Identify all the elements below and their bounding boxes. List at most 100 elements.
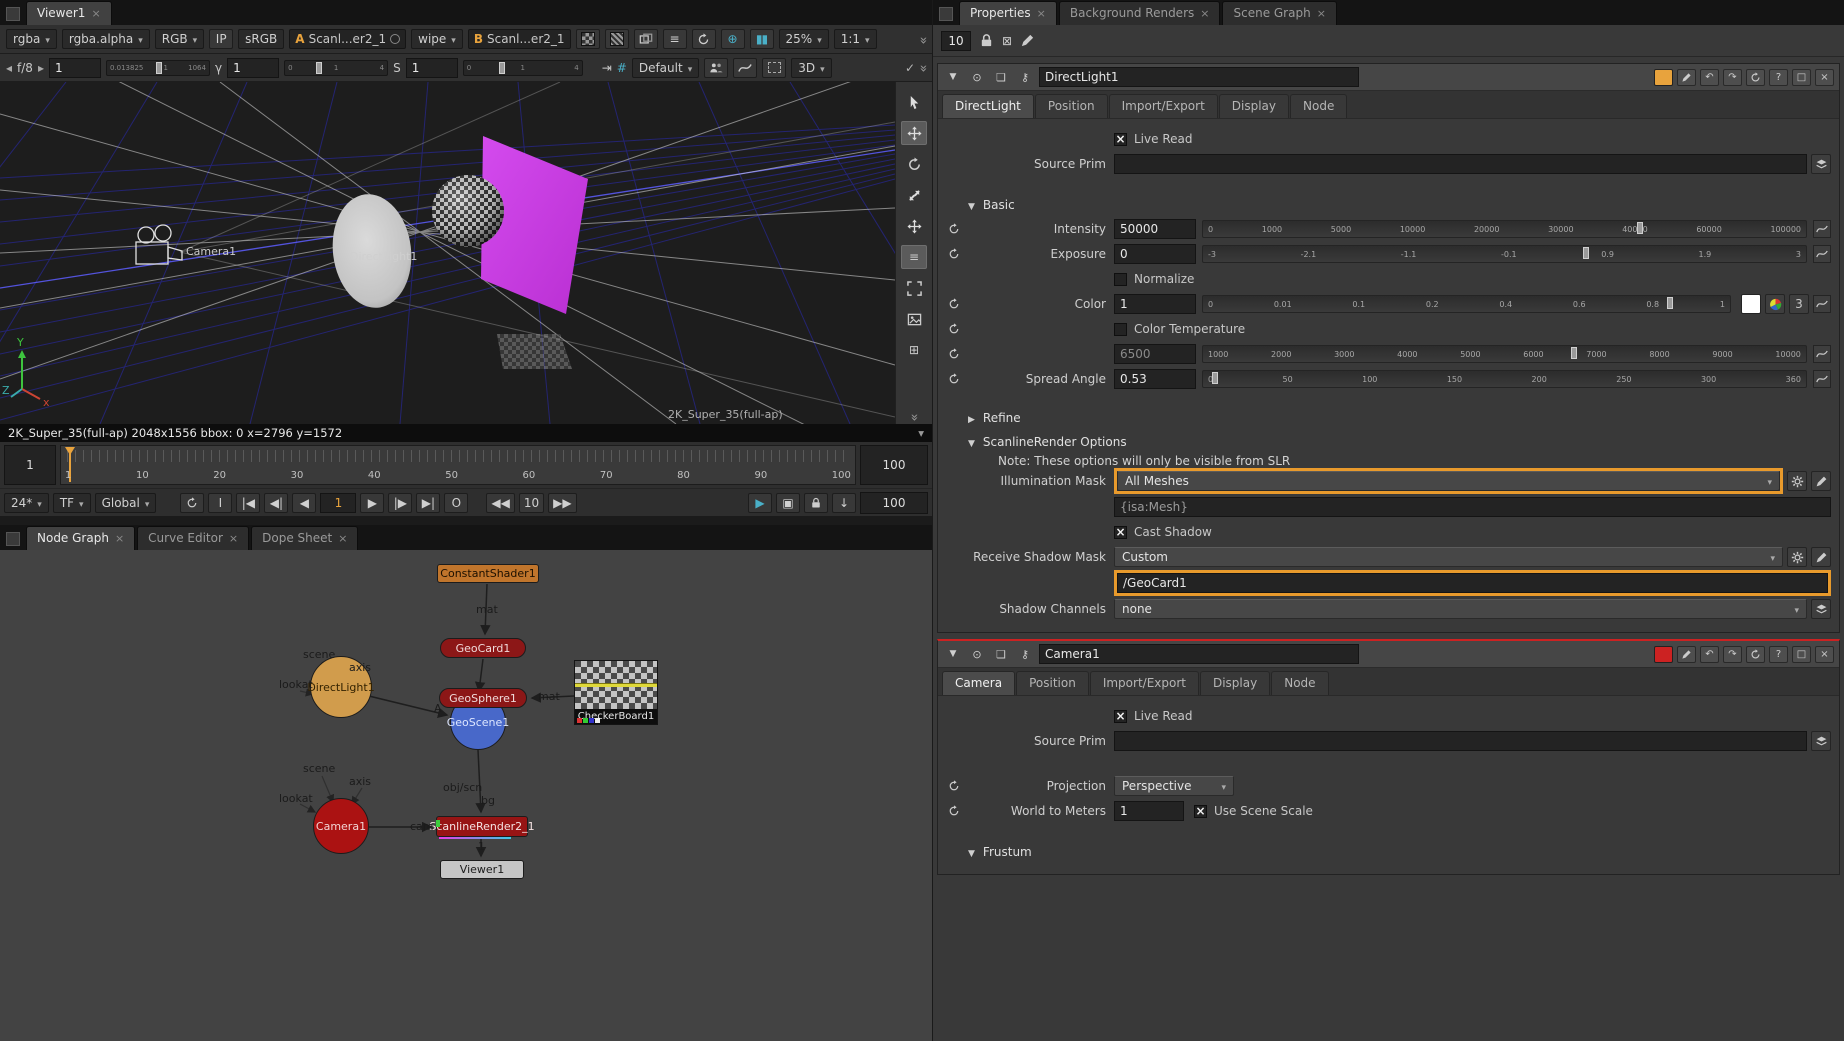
prev-view-icon[interactable]: ◂ bbox=[6, 61, 12, 75]
prev-keyframe-button[interactable]: ◀| bbox=[264, 493, 288, 513]
toolbar-overflow-icon[interactable]: » bbox=[916, 65, 931, 71]
tab-node[interactable]: Node bbox=[1290, 94, 1347, 118]
set-out-button[interactable]: O bbox=[444, 493, 468, 513]
close-tab-icon[interactable] bbox=[332, 531, 347, 545]
node-color-chip[interactable] bbox=[1654, 69, 1673, 86]
input-a-clear-icon[interactable] bbox=[390, 34, 400, 44]
channels-browse-button[interactable] bbox=[1811, 599, 1831, 619]
strip-overflow-icon[interactable]: » bbox=[907, 414, 922, 420]
pane-menu-icon[interactable] bbox=[6, 532, 20, 546]
close-panel-button[interactable]: × bbox=[1815, 69, 1834, 86]
slider-handle[interactable] bbox=[1212, 372, 1218, 384]
edit-expression-button[interactable] bbox=[1677, 69, 1696, 86]
knob-menu-icon[interactable] bbox=[948, 780, 960, 792]
split-channels-button[interactable]: 3 bbox=[1789, 294, 1809, 314]
alpha-channel-dropdown[interactable]: rgba.alpha bbox=[62, 29, 150, 49]
render-preview-button[interactable] bbox=[901, 307, 927, 331]
play-forward-button[interactable]: ▶ bbox=[360, 493, 384, 513]
tab-scene-graph[interactable]: Scene Graph bbox=[1222, 1, 1336, 25]
grid-overlay-icon[interactable]: # bbox=[617, 61, 627, 75]
use-scene-scale-checkbox[interactable] bbox=[1194, 805, 1207, 818]
display-mode-button[interactable]: ≡ bbox=[901, 245, 927, 269]
slider-handle[interactable] bbox=[1571, 347, 1577, 359]
fps-dropdown[interactable]: 24* bbox=[4, 493, 49, 513]
node-checkerboard1[interactable]: CheckerBoard1 bbox=[574, 660, 658, 725]
scenegraph-browse-button[interactable] bbox=[1811, 731, 1831, 751]
node-name-field[interactable] bbox=[1039, 67, 1359, 87]
world-to-meters-input[interactable] bbox=[1114, 801, 1184, 821]
mask-edit-button[interactable] bbox=[1811, 547, 1831, 567]
tab-viewer1[interactable]: Viewer1 bbox=[26, 1, 112, 25]
scale-tool-button[interactable] bbox=[901, 183, 927, 207]
saturation-input[interactable] bbox=[406, 58, 458, 78]
node-color-chip[interactable] bbox=[1654, 646, 1673, 663]
receive-shadow-mask-dropdown[interactable]: Custom bbox=[1114, 547, 1783, 567]
pixel-ratio-dropdown[interactable]: 1:1 bbox=[834, 29, 877, 49]
slider-handle[interactable] bbox=[499, 62, 505, 74]
render-flipbook-button[interactable]: ▶ bbox=[748, 493, 772, 513]
collapse-panel-icon[interactable] bbox=[943, 68, 963, 86]
exposure-slider[interactable]: -3-2.1-1.1-0.10.91.93 bbox=[1202, 245, 1807, 263]
knob-menu-icon[interactable] bbox=[948, 805, 960, 817]
redo-button[interactable]: ↷ bbox=[1723, 69, 1742, 86]
timeline-ruler[interactable]: 1102030405060708090100 bbox=[60, 445, 856, 485]
next-view-icon[interactable]: ▸ bbox=[38, 61, 44, 75]
input-a-field[interactable]: A Scanl...er2_1 bbox=[289, 29, 406, 49]
cast-shadow-checkbox[interactable] bbox=[1114, 526, 1127, 539]
animation-menu-button[interactable] bbox=[1813, 245, 1831, 263]
viewer-menu-button[interactable]: ≡ bbox=[663, 29, 687, 49]
gamma-check-icon[interactable]: ✓ bbox=[905, 61, 915, 75]
slider-handle[interactable] bbox=[1583, 247, 1589, 259]
edit-panels-icon[interactable] bbox=[1020, 33, 1035, 48]
revert-button[interactable] bbox=[1746, 646, 1765, 663]
slr-options-section-header[interactable]: ScanlineRender Options bbox=[942, 430, 1831, 454]
input-b-field[interactable]: B Scanl...er2_1 bbox=[468, 29, 571, 49]
node-graph-canvas[interactable]: DirectLight1 GeoScene1 Camera1 ConstantS… bbox=[0, 550, 932, 1041]
intensity-slider[interactable]: 0100050001000020000300004000060000100000 bbox=[1202, 220, 1807, 238]
gain-slider[interactable]: 0.01382511064 bbox=[106, 60, 210, 76]
next-keyframe-button[interactable]: |▶ bbox=[388, 493, 412, 513]
zoom-dropdown[interactable]: 25% bbox=[779, 29, 829, 49]
redo-button[interactable]: ↷ bbox=[1723, 646, 1742, 663]
wipe-dropdown[interactable]: wipe bbox=[411, 29, 463, 49]
step-forward-button[interactable]: ▶▶ bbox=[548, 493, 576, 513]
spread-angle-input[interactable] bbox=[1114, 369, 1196, 389]
gamma-slider[interactable]: 014 bbox=[284, 60, 388, 76]
intensity-input[interactable] bbox=[1114, 219, 1196, 239]
animation-menu-button[interactable] bbox=[1813, 220, 1831, 238]
tab-curve-editor[interactable]: Curve Editor bbox=[137, 526, 249, 550]
grid-toggle-button[interactable]: ⊞ bbox=[901, 338, 927, 362]
play-backward-button[interactable]: ◀ bbox=[292, 493, 316, 513]
color-temperature-checkbox[interactable] bbox=[1114, 323, 1127, 336]
close-tab-icon[interactable] bbox=[109, 531, 124, 545]
range-end-box[interactable]: 100 bbox=[860, 445, 928, 485]
step-back-button[interactable]: ◀◀ bbox=[486, 493, 514, 513]
source-prim-input[interactable] bbox=[1114, 154, 1807, 174]
collapse-panel-icon[interactable] bbox=[943, 645, 963, 663]
tab-display[interactable]: Display bbox=[1219, 94, 1289, 118]
tab-position[interactable]: Position bbox=[1035, 94, 1108, 118]
info-bar-menu-icon[interactable]: ▾ bbox=[918, 426, 924, 440]
3d-scene-canvas[interactable]: Camera1 DirectLight1 Y bbox=[0, 82, 895, 424]
edit-expression-button[interactable] bbox=[1677, 646, 1696, 663]
transform-handle-button[interactable] bbox=[901, 214, 927, 238]
illumination-mask-dropdown[interactable]: All Meshes bbox=[1117, 471, 1780, 491]
key-icon[interactable]: ⚷ bbox=[1015, 645, 1035, 663]
lookthrough-curve-button[interactable] bbox=[733, 58, 757, 78]
knob-menu-icon[interactable] bbox=[948, 373, 960, 385]
frame-step-box[interactable]: 10 bbox=[519, 493, 544, 513]
center-view-button[interactable]: ⊕ bbox=[721, 29, 745, 49]
frustum-section-header[interactable]: Frustum bbox=[942, 840, 1831, 864]
wipe-pattern-button[interactable] bbox=[605, 29, 629, 49]
basic-section-header[interactable]: Basic bbox=[942, 193, 1831, 217]
stereo-icon[interactable]: ⇥ bbox=[602, 61, 612, 75]
center-node-icon[interactable]: ⊙ bbox=[967, 68, 987, 86]
node-scanlinerender2-1[interactable]: ScanlineRender2_1 bbox=[436, 816, 528, 837]
slider-handle[interactable] bbox=[1667, 297, 1673, 309]
tab-node[interactable]: Node bbox=[1271, 671, 1328, 695]
checkerboard-bg-button[interactable] bbox=[576, 29, 600, 49]
close-tab-icon[interactable] bbox=[223, 531, 238, 545]
pane-menu-icon[interactable] bbox=[939, 7, 953, 21]
close-panel-button[interactable]: × bbox=[1815, 646, 1834, 663]
node-geosphere1[interactable]: GeoSphere1 bbox=[439, 688, 527, 708]
